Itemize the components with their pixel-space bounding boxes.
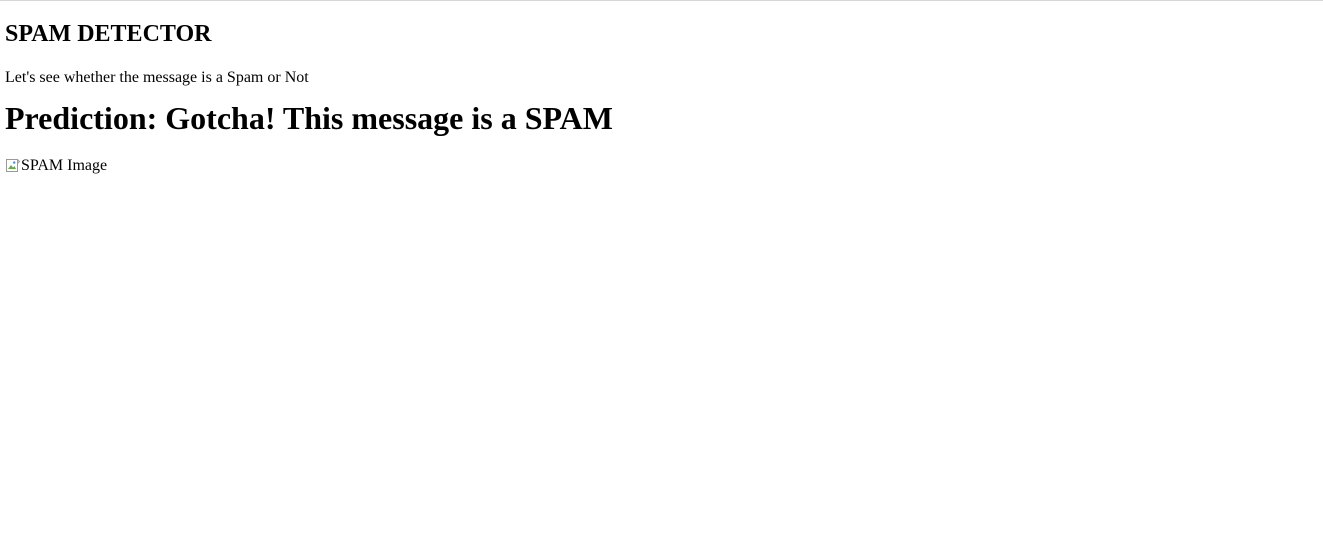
prediction-result: Prediction: Gotcha! This message is a SP… bbox=[5, 100, 613, 136]
spam-image-alt-text: SPAM Image bbox=[21, 157, 108, 174]
broken-image-icon bbox=[5, 158, 21, 174]
top-border bbox=[0, 0, 1323, 1]
page-content: SPAM DETECTOR Let's see whether the mess… bbox=[0, 20, 1323, 179]
page-subtitle: Let's see whether the message is a Spam … bbox=[5, 69, 309, 86]
page-title: SPAM DETECTOR bbox=[5, 21, 212, 47]
spam-image-placeholder: SPAM Image bbox=[5, 157, 107, 175]
